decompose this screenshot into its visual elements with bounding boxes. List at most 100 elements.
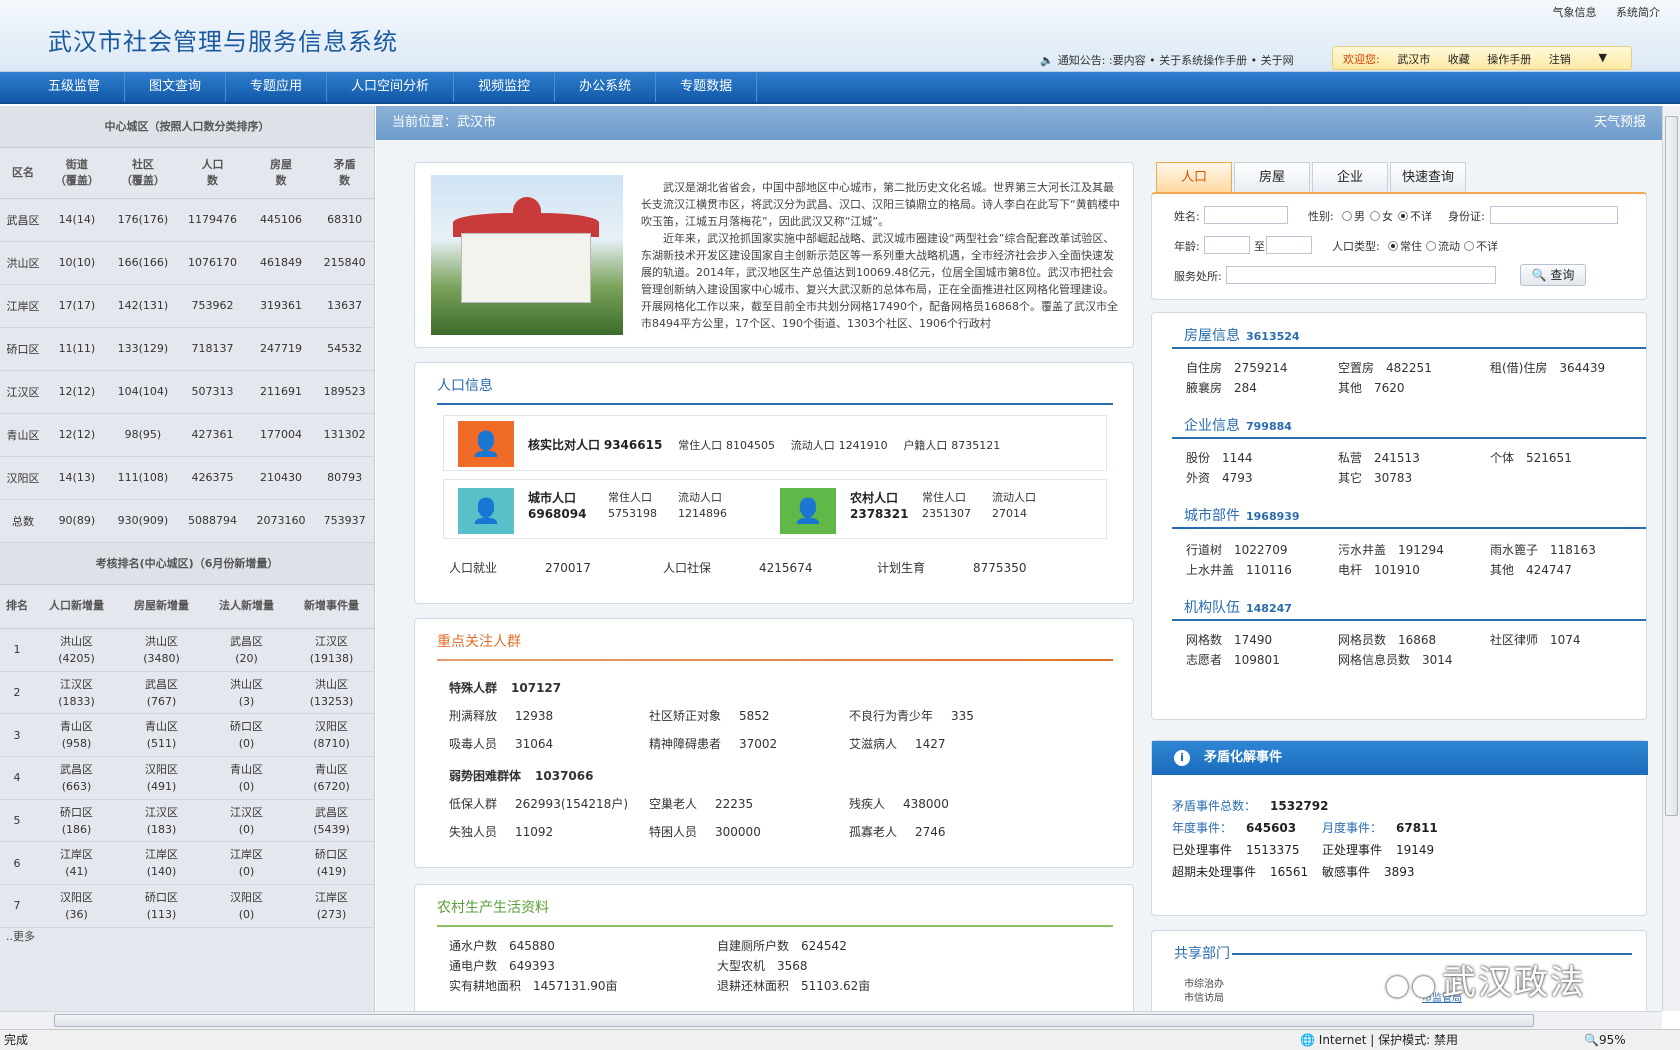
stat-item[interactable]: 通水户数 645880 — [449, 937, 555, 954]
table-row[interactable]: 青山区 12(12) 98(95) 427361 177004 131302 — [0, 413, 374, 457]
table-row[interactable]: 总数 90(89) 930(909) 5088794 2073160 753937 — [0, 499, 374, 543]
stat-item[interactable]: 自住房 2759214 — [1186, 359, 1287, 376]
security-zone[interactable]: 🌐 Internet | 保护模式: 禁用 — [1300, 1030, 1458, 1050]
table-row[interactable]: 1 洪山区 (4205) 洪山区 (3480) 武昌区 (20) 江汉区 (19138) — [0, 628, 374, 672]
stat-item[interactable]: 社区律师 1074 — [1490, 631, 1581, 648]
nav-map-query[interactable]: 图文查询 — [125, 72, 227, 102]
stat-item[interactable]: 行道树 1022709 — [1186, 541, 1287, 558]
gender-male-radio[interactable]: 男 — [1342, 208, 1365, 224]
nav-video[interactable]: 视频监控 — [454, 72, 556, 102]
stat-item[interactable]: 退耕还林面积 51103.62亩 — [717, 977, 870, 994]
nav-five-level[interactable]: 五级监管 — [0, 72, 126, 102]
scroll-thumb[interactable] — [54, 1014, 1534, 1027]
service-place-input[interactable] — [1226, 266, 1496, 284]
nav-topic-apps[interactable]: 专题应用 — [226, 72, 328, 102]
teams-title[interactable]: 机构队伍 148247 — [1184, 597, 1292, 617]
scroll-thumb[interactable] — [1665, 116, 1678, 816]
stat-item[interactable]: 股份 1144 — [1186, 449, 1253, 466]
stat-item[interactable]: 雨水篦子 118163 — [1490, 541, 1596, 558]
tab-enterprise[interactable]: 企业 — [1312, 162, 1388, 192]
housing-title[interactable]: 房屋信息 3613524 — [1184, 325, 1300, 345]
stat-item[interactable]: 上水井盖 110116 — [1186, 561, 1292, 578]
table-row[interactable]: 6 江岸区 (41) 江岸区 (140) 江岸区 (0) 硚口区 (419) — [0, 841, 374, 886]
logout-link[interactable]: 注销 — [1549, 53, 1571, 66]
stat-item[interactable]: 通电户数 649393 — [449, 957, 555, 974]
conflict-overdue[interactable]: 超期未处理事件 16561 — [1172, 863, 1308, 880]
verify-population-row[interactable]: 👤 核实比对人口 9346615 常住人口 8104505 流动人口 12419… — [443, 415, 1107, 471]
gender-female-radio[interactable]: 女 — [1370, 208, 1393, 224]
type-unknown-radio[interactable]: 不详 — [1464, 238, 1498, 254]
table-row[interactable]: 汉阳区 14(13) 111(108) 426375 210430 80793 — [0, 456, 374, 500]
gender-unknown-radio[interactable]: 不详 — [1398, 208, 1432, 224]
weather-info-link[interactable]: 气象信息 — [1553, 6, 1597, 19]
manual-link[interactable]: 操作手册 — [1487, 53, 1531, 66]
stat-item[interactable]: 失独人员 11092 — [449, 823, 553, 840]
nav-population-analysis[interactable]: 人口空间分析 — [327, 72, 455, 102]
conflict-doing[interactable]: 正处理事件 19149 — [1322, 841, 1434, 858]
conflict-total[interactable]: 矛盾事件总数： 1532792 — [1172, 797, 1328, 814]
rural-population[interactable]: 农村人口 2378321 — [850, 490, 908, 522]
more-link[interactable]: ..更多 — [0, 928, 374, 946]
stat-item[interactable]: 网格员数 16868 — [1338, 631, 1436, 648]
type-resident-radio[interactable]: 常住 — [1388, 238, 1422, 254]
stat-item[interactable]: 私营 241513 — [1338, 449, 1420, 466]
stat-item[interactable]: 残疾人 438000 — [849, 795, 949, 812]
table-row[interactable]: 5 硚口区 (186) 江汉区 (183) 江汉区 (0) 武昌区 (5439) — [0, 799, 374, 843]
stat-item[interactable]: 孤寡老人 2746 — [849, 823, 946, 840]
stat-item[interactable]: 其它 30783 — [1338, 469, 1412, 486]
stat-item[interactable]: 社区矫正对象 5852 — [649, 707, 770, 724]
table-row[interactable]: 江岸区 17(17) 142(131) 753962 319361 13637 — [0, 284, 374, 328]
weak-group-total[interactable]: 弱势困难群体 1037066 — [449, 767, 593, 784]
shared-dept-item[interactable]: 市信访局 — [1184, 989, 1224, 1004]
stat-item[interactable]: 自建厕所户数 624542 — [717, 937, 847, 954]
query-button[interactable]: 🔍 查询 — [1520, 264, 1586, 286]
stat-item[interactable]: 吸毒人员 31064 — [449, 735, 553, 752]
stat-item[interactable]: 艾滋病人 1427 — [849, 735, 946, 752]
age-from-input[interactable] — [1204, 236, 1250, 254]
system-intro-link[interactable]: 系统简介 — [1616, 6, 1660, 19]
stat-family-planning[interactable]: 计划生育 8775350 — [877, 559, 1026, 576]
table-row[interactable]: 硚口区 11(11) 133(129) 718137 247719 54532 — [0, 327, 374, 371]
stat-item[interactable]: 污水井盖 191294 — [1338, 541, 1444, 558]
stat-item[interactable]: 外资 4793 — [1186, 469, 1253, 486]
tab-population[interactable]: 人口 — [1156, 162, 1232, 192]
stat-item[interactable]: 大型农机 3568 — [717, 957, 808, 974]
stat-item[interactable]: 个体 521651 — [1490, 449, 1572, 466]
stat-item[interactable]: 志愿者 109801 — [1186, 651, 1280, 668]
stat-item[interactable]: 空置房 482251 — [1338, 359, 1432, 376]
stat-item[interactable]: 不良行为青少年 335 — [849, 707, 974, 724]
enterprise-title[interactable]: 企业信息 799884 — [1184, 415, 1292, 435]
stat-item[interactable]: 刑满释放 12938 — [449, 707, 553, 724]
table-row[interactable]: 2 江汉区 (1833) 武昌区 (767) 洪山区 (3) 洪山区 (13253) — [0, 671, 374, 715]
conflict-sensitive[interactable]: 敏感事件 3893 — [1322, 863, 1415, 880]
zoom-level[interactable]: 🔍95% — [1584, 1030, 1626, 1050]
stat-item[interactable]: 特困人员 300000 — [649, 823, 761, 840]
dropdown-caret-icon[interactable]: ▼ — [1599, 51, 1607, 64]
stat-item[interactable]: 实有耕地面积 1457131.90亩 — [449, 977, 618, 994]
stat-item[interactable]: 空巢老人 22235 — [649, 795, 753, 812]
nav-topic-data[interactable]: 专题数据 — [656, 72, 758, 102]
tab-housing[interactable]: 房屋 — [1234, 162, 1310, 192]
stat-item[interactable]: 租(借)住房 364439 — [1490, 359, 1605, 376]
conflict-month[interactable]: 月度事件： 67811 — [1322, 819, 1438, 836]
stat-item[interactable]: 腋襄房 284 — [1186, 379, 1257, 396]
stat-item[interactable]: 低保人群 262993(154218户) — [449, 795, 628, 812]
vertical-scrollbar[interactable] — [1662, 106, 1680, 1011]
weather-forecast-link[interactable]: 天气预报 — [1594, 106, 1646, 140]
notice-marquee[interactable]: 🔈 通知公告: :要内容 • 关于系统操作手册 • 关于网 — [1040, 52, 1294, 68]
stat-item[interactable]: 其他 7620 — [1338, 379, 1405, 396]
table-row[interactable]: 江汉区 12(12) 104(104) 507313 211691 189523 — [0, 370, 374, 414]
table-row[interactable]: 3 青山区 (958) 青山区 (511) 硚口区 (0) 汉阳区 (8710) — [0, 713, 374, 758]
horizontal-scrollbar[interactable] — [0, 1011, 1662, 1029]
conflict-done[interactable]: 已处理事件 1513375 — [1172, 841, 1299, 858]
stat-social-security[interactable]: 人口社保 4215674 — [663, 559, 812, 576]
stat-item[interactable]: 网格数 17490 — [1186, 631, 1272, 648]
table-row[interactable]: 洪山区 10(10) 166(166) 1076170 461849 215840 — [0, 241, 374, 285]
tab-quick-query[interactable]: 快速查询 — [1390, 162, 1466, 192]
stat-item[interactable]: 其他 424747 — [1490, 561, 1572, 578]
city-parts-title[interactable]: 城市部件 1968939 — [1184, 505, 1300, 525]
id-card-input[interactable] — [1490, 206, 1618, 224]
nav-office[interactable]: 办公系统 — [555, 72, 657, 102]
conflict-year[interactable]: 年度事件： 645603 — [1172, 819, 1296, 836]
urban-population[interactable]: 城市人口 6968094 — [528, 490, 586, 522]
